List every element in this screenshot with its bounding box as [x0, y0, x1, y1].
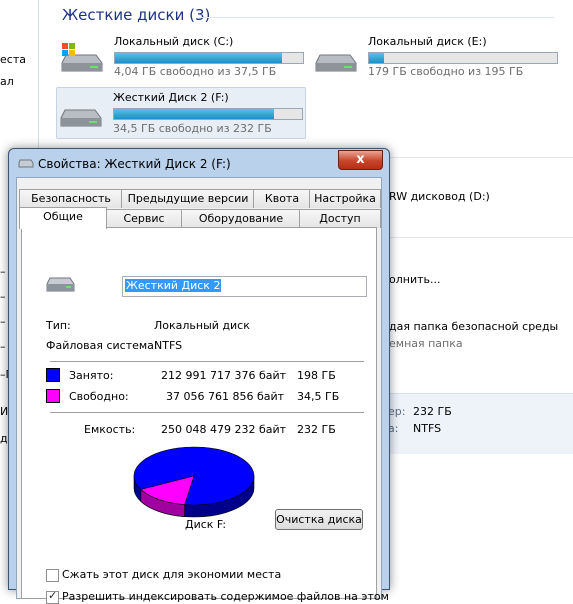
- nav-fragment[interactable]: ал: [0, 75, 14, 88]
- nav-fragment[interactable]: еста: [0, 53, 26, 66]
- properties-dialog: Свойства: Жесткий Диск 2 (F:) x Безопасн…: [8, 148, 390, 604]
- drive-name: Локальный диск (E:): [368, 35, 487, 48]
- hard-drive-icon: [315, 54, 357, 72]
- used-bytes: 212 991 717 376 байт: [161, 369, 287, 382]
- detail-value: 232 ГБ: [413, 405, 452, 418]
- drive-usage-fill: [369, 53, 385, 63]
- divider: [50, 361, 364, 362]
- secure-folder-subtitle: емная папка: [389, 337, 463, 350]
- free-gb: 34,5 ГБ: [297, 390, 340, 403]
- disk-usage-pie-chart: [133, 446, 255, 518]
- section-divider: [388, 157, 573, 158]
- capacity-bytes: 250 048 479 232 байт: [161, 423, 287, 436]
- drive-free-text: 34,5 ГБ свободно из 232 ГБ: [113, 122, 272, 135]
- nav-fragment[interactable]: –: [0, 265, 6, 278]
- hard-disks-group-header[interactable]: Жесткие диски (3): [62, 6, 210, 24]
- tab-general[interactable]: Общие: [19, 207, 107, 229]
- detail-value: NTFS: [413, 422, 442, 435]
- tab-tools[interactable]: Сервис: [105, 209, 183, 228]
- dialog-titlebar[interactable]: Свойства: Жесткий Диск 2 (F:) x: [9, 149, 389, 177]
- secure-folder-title[interactable]: дая папка безопасной среды: [389, 320, 558, 333]
- nav-fragment[interactable]: –: [0, 340, 6, 353]
- type-label: Тип:: [46, 319, 71, 332]
- detail-label: ер:: [388, 405, 406, 418]
- dvd-drive-label[interactable]: RW дисковод (D:): [389, 190, 490, 203]
- disk-cleanup-button[interactable]: Очистка диска: [275, 509, 363, 530]
- nav-fragment[interactable]: –: [0, 315, 6, 328]
- disk-label: Диск F:: [185, 518, 227, 531]
- used-label: Занято:: [69, 369, 114, 382]
- tab-sharing[interactable]: Доступ: [299, 209, 381, 228]
- dialog-client-area: Безопасность Предыдущие версии Квота Нас…: [16, 177, 389, 604]
- nav-fragment[interactable]: И: [0, 405, 8, 418]
- free-color-swatch: [46, 389, 60, 403]
- free-label: Свободно:: [69, 390, 129, 403]
- tab-security[interactable]: Безопасность: [19, 189, 123, 208]
- dialog-title: Свойства: Жесткий Диск 2 (F:): [38, 157, 231, 171]
- nav-fragment[interactable]: д: [0, 432, 8, 445]
- drive-f[interactable]: Жесткий Диск 2 (F:) 34,5 ГБ свободно из …: [56, 87, 306, 139]
- tab-customize[interactable]: Настройка: [309, 189, 381, 208]
- section-divider: [388, 237, 573, 238]
- drive-free-text: 179 ГБ свободно из 195 ГБ: [368, 65, 524, 78]
- hard-drive-icon: [46, 277, 75, 292]
- drive-name: Жесткий Диск 2 (F:): [113, 91, 229, 104]
- type-value: Локальный диск: [154, 319, 250, 332]
- capacity-label: Емкость:: [84, 423, 136, 436]
- menu-item-fragment[interactable]: олнить...: [389, 273, 440, 286]
- drive-name: Локальный диск (C:): [114, 35, 234, 48]
- index-label[interactable]: Разрешить индексировать содержимое файло…: [62, 590, 389, 603]
- drive-usage-bar: [114, 52, 304, 64]
- system-drive-icon: [61, 43, 103, 72]
- drive-usage-bar: [368, 52, 558, 64]
- volume-name-input[interactable]: Жесткий Диск 2: [122, 276, 367, 297]
- drive-usage-fill: [115, 53, 283, 63]
- hard-drive-icon: [18, 159, 34, 168]
- tab-previous-versions[interactable]: Предыдущие версии: [121, 189, 255, 208]
- index-checkbox[interactable]: [46, 589, 59, 604]
- tab-quota[interactable]: Квота: [253, 189, 311, 208]
- divider: [50, 412, 364, 413]
- close-button[interactable]: x: [338, 150, 383, 170]
- general-tab-panel: Жесткий Диск 2 Тип: Локальный диск Файло…: [21, 227, 389, 604]
- group-divider: [199, 17, 554, 18]
- used-color-swatch: [46, 368, 60, 382]
- drive-c[interactable]: Локальный диск (C:) 4,04 ГБ свободно из …: [58, 35, 308, 83]
- tab-hardware[interactable]: Оборудование: [181, 209, 301, 228]
- compress-checkbox[interactable]: [46, 569, 59, 582]
- volume-name-text: Жесткий Диск 2: [125, 279, 222, 292]
- filesystem-value: NTFS: [154, 339, 183, 352]
- used-gb: 198 ГБ: [297, 369, 336, 382]
- hard-drive-icon: [60, 109, 102, 127]
- drive-usage-fill: [114, 109, 274, 119]
- nav-fragment[interactable]: –: [0, 290, 6, 303]
- drive-e[interactable]: Локальный диск (E:) 179 ГБ свободно из 1…: [312, 35, 562, 83]
- drive-usage-bar: [113, 108, 303, 120]
- filesystem-label: Файловая система:: [46, 339, 158, 352]
- drive-free-text: 4,04 ГБ свободно из 37,5 ГБ: [114, 65, 277, 78]
- free-bytes: 37 056 761 856 байт: [166, 390, 285, 403]
- details-pane: ер: 232 ГБ а: NTFS: [388, 393, 573, 454]
- capacity-gb: 232 ГБ: [297, 423, 336, 436]
